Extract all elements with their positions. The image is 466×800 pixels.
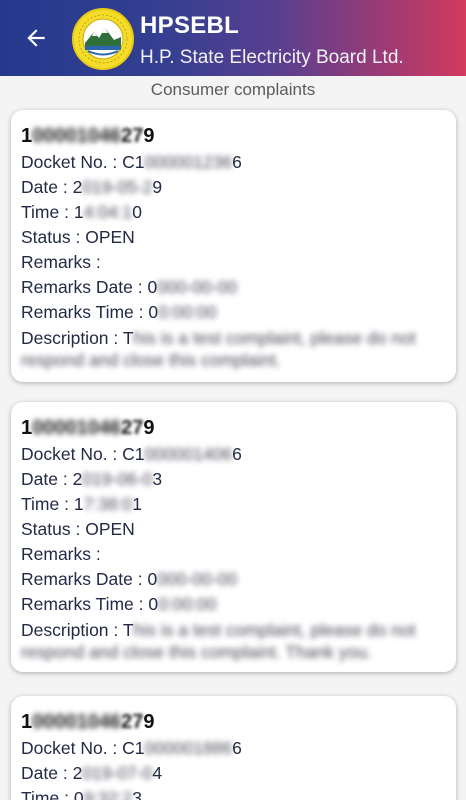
- date-row: Date : 2019-06-03: [21, 469, 163, 489]
- status-row: Status : OPEN: [21, 519, 135, 539]
- remarks-time-row: Remarks Time : 00:00:00: [21, 302, 217, 322]
- complaint-card[interactable]: 100001046279 Docket No. : C10000018866 D…: [11, 696, 456, 800]
- complaint-card[interactable]: 100001046279 Docket No. : C10000012366 D…: [11, 110, 456, 382]
- arrow-left-icon: [27, 29, 45, 47]
- time-row: Time : 17:38:01: [21, 494, 142, 514]
- date-row: Date : 2019-07-04: [21, 763, 163, 783]
- app-bar: HPSEBL H.P. State Electricity Board Ltd.: [0, 0, 466, 76]
- remarks-date-row: Remarks Date : 0000-00-00: [21, 277, 237, 297]
- consumer-number: 100001046279: [21, 417, 155, 439]
- time-row: Time : 09:32:23: [21, 788, 142, 800]
- consumer-number: 100001046279: [21, 125, 155, 147]
- docket-row: Docket No. : C10000018866: [21, 738, 242, 758]
- status-row: Status : OPEN: [21, 227, 135, 247]
- app-title: HPSEBL: [140, 12, 240, 39]
- time-row: Time : 14:04:10: [21, 202, 142, 222]
- description-row: Description : This is a test complaint, …: [21, 328, 416, 370]
- docket-row: Docket No. : C10000014066: [21, 444, 242, 464]
- remarks-row: Remarks :: [21, 252, 101, 272]
- remarks-time-row: Remarks Time : 00:00:00: [21, 594, 217, 614]
- remarks-date-row: Remarks Date : 0000-00-00: [21, 569, 237, 589]
- consumer-number: 100001046279: [21, 711, 155, 733]
- description-row: Description : This is a test complaint, …: [21, 620, 416, 662]
- section-title: Consumer complaints: [150, 80, 316, 99]
- remarks-row: Remarks :: [21, 544, 101, 564]
- app-subtitle: H.P. State Electricity Board Ltd.: [140, 47, 404, 68]
- hpsebl-logo-icon: [72, 8, 134, 70]
- date-row: Date : 2019-05-29: [21, 177, 163, 197]
- back-button[interactable]: [18, 20, 54, 56]
- complaint-card[interactable]: 100001046279 Docket No. : C10000014066 D…: [11, 402, 456, 672]
- status-value: OPEN: [85, 227, 135, 247]
- docket-row: Docket No. : C10000012366: [21, 152, 242, 172]
- status-value: OPEN: [85, 519, 135, 539]
